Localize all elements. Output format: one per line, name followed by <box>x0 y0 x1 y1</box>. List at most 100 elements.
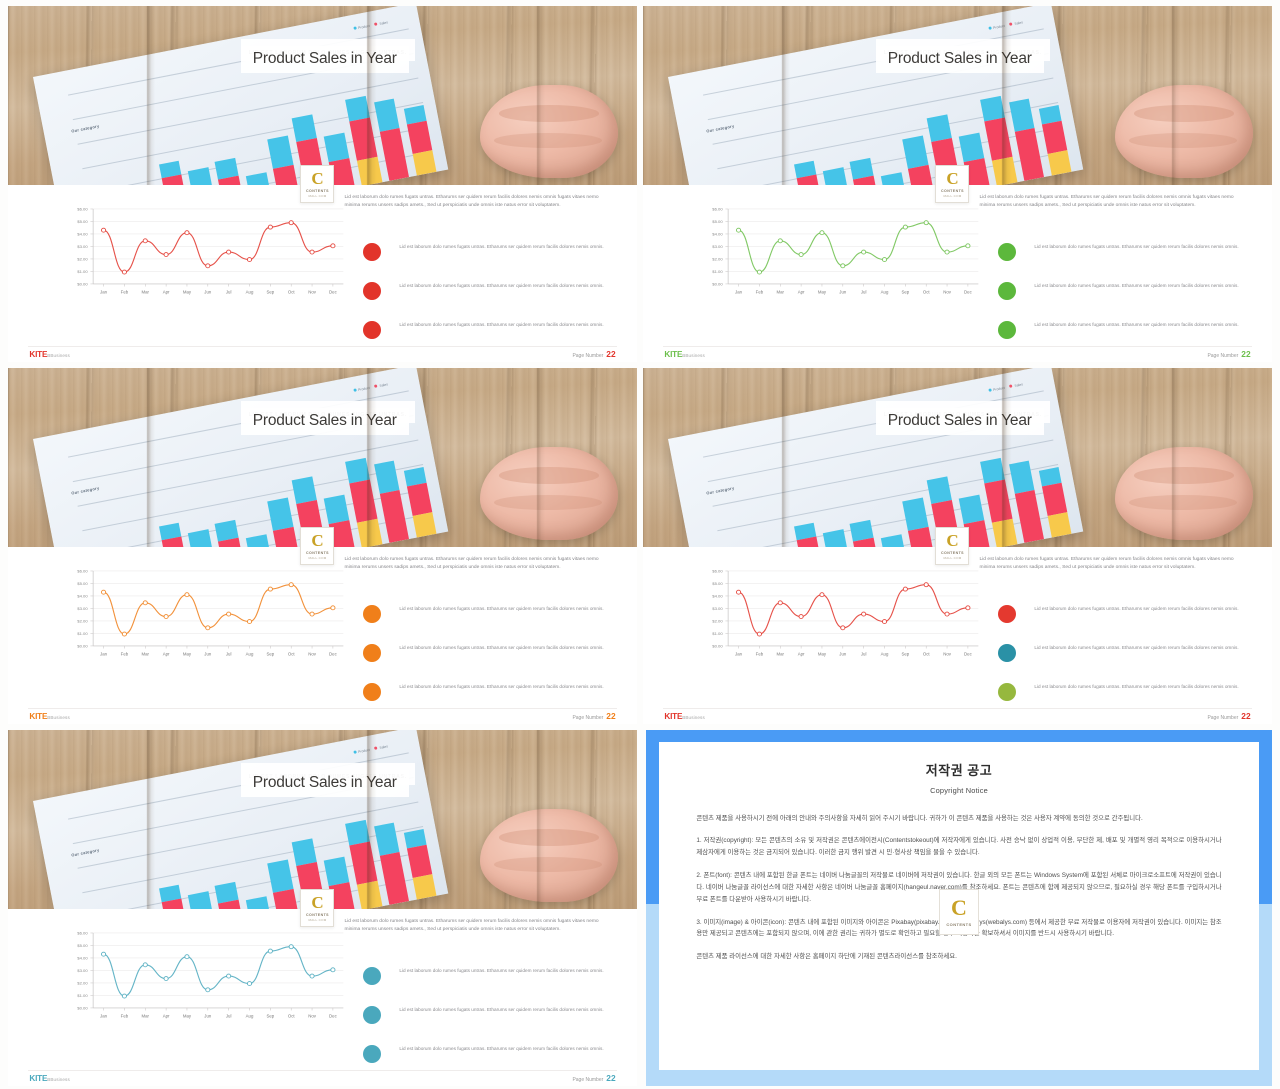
copyright-card: 저작권 공고 Copyright Notice 콘텐츠 제품을 사용하시기 전에 아… <box>659 742 1259 1070</box>
bullet-item: Lid est laborum dolo rumes fugats untras… <box>363 605 615 624</box>
slide-content: C CONTENTS MALL.COM $6.00 $5.00 $4.00 $3.00 $2.… <box>643 164 1272 362</box>
svg-text:$2.00: $2.00 <box>77 981 88 986</box>
bullet-text: Lid est laborum dolo rumes fugats untras… <box>399 684 604 690</box>
paper-bar-seg-yellow <box>412 150 437 176</box>
brand-light: BBusiness <box>682 352 705 358</box>
paper-bar <box>246 896 272 909</box>
slide-title: Product Sales in Year <box>252 50 397 68</box>
bullet-list: Lid est laborum dolo rumes fugats untras… <box>998 243 1250 340</box>
svg-text:$6.00: $6.00 <box>712 569 723 574</box>
paper-bar-seg-yellow <box>1047 150 1072 176</box>
logo-name: CONTENTS <box>306 550 329 555</box>
svg-text:Dec: Dec <box>964 290 973 295</box>
copyright-panel[interactable]: 저작권 공고 Copyright Notice 콘텐츠 제품을 사용하시기 전에 아… <box>646 730 1272 1086</box>
paper-bar-seg-blue <box>188 167 213 185</box>
paper-bar-seg-blue <box>267 135 294 170</box>
bullet-item: Lid est laborum dolo rumes fugats untras… <box>998 321 1250 340</box>
paper-bar-seg-yellow <box>356 157 383 185</box>
svg-text:$5.00: $5.00 <box>712 219 723 224</box>
bullet-text: Lid est laborum dolo rumes fugats untras… <box>399 645 604 651</box>
paper-legend: Product Sales <box>988 21 1023 32</box>
copyright-subtitle: Copyright Notice <box>930 785 988 795</box>
hero-photo: Our categoryProductSalesLID EST LABORUM … <box>8 730 637 909</box>
paper-bar <box>246 534 272 547</box>
paper-bar <box>793 522 826 547</box>
svg-text:Jan: Jan <box>100 290 108 295</box>
paper-bar-seg-red <box>1041 120 1068 155</box>
paper-legend-item-0: Product <box>988 386 1005 393</box>
slide-2[interactable]: Our categoryProductSalesLID EST LABORUM … <box>643 6 1272 362</box>
paper-legend-item-0: Product <box>353 386 370 393</box>
svg-text:May: May <box>818 290 827 295</box>
footer-brand: KITE BBusiness <box>664 712 704 721</box>
svg-text:Jan: Jan <box>100 652 108 657</box>
paper-bar-seg-red <box>161 174 191 185</box>
slide-1[interactable]: Our categoryProductSalesLID EST LABORUM … <box>8 6 637 362</box>
paper-bar-seg-yellow <box>412 512 437 538</box>
paper-bar-seg-yellow <box>991 157 1018 185</box>
brand-bold: KITE <box>29 711 48 721</box>
paper-bar-seg-blue <box>188 891 213 909</box>
paper-bar-seg-blue <box>267 859 294 894</box>
page-number: Page Number 22 <box>572 711 615 721</box>
bullet-text: Lid est laborum dolo rumes fugats untras… <box>1034 645 1239 651</box>
bullet-item: Lid est laborum dolo rumes fugats untras… <box>998 683 1250 702</box>
hand-fist <box>479 446 619 540</box>
slide-title: Product Sales in Year <box>887 50 1032 68</box>
bullet-text: Lid est laborum dolo rumes fugats untras… <box>399 968 604 974</box>
slide-4[interactable]: Our categoryProductSalesLID EST LABORUM … <box>643 368 1272 724</box>
svg-text:Mar: Mar <box>776 290 784 295</box>
paper-bar-seg-blue <box>373 460 401 495</box>
paper-bar-seg-red <box>379 852 410 906</box>
bullet-item: Lid est laborum dolo rumes fugats untras… <box>363 321 615 340</box>
photo-paper-chart: Our category Product Sales <box>33 6 449 185</box>
footer-divider <box>28 708 617 710</box>
svg-text:Sep: Sep <box>266 290 274 295</box>
svg-text:$5.00: $5.00 <box>77 581 88 586</box>
slide-title-plate: Product Sales in Year <box>875 46 1044 74</box>
bullet-item: Lid est laborum dolo rumes fugats untras… <box>998 282 1250 301</box>
paper-bar-seg-blue <box>373 822 401 857</box>
bullet-text: Lid est laborum dolo rumes fugats untras… <box>399 1046 604 1052</box>
lead-paragraph: Lid est laborum dolo rumes fugats untras… <box>979 556 1234 570</box>
page-number: Page Number 22 <box>1207 711 1250 721</box>
paper-legend-item-0: Product <box>988 24 1005 31</box>
bullet-list: Lid est laborum dolo rumes fugats untras… <box>363 243 615 340</box>
svg-text:Apr: Apr <box>797 290 804 295</box>
sales-line-chart: $6.00 $5.00 $4.00 $3.00 $2.00 $1.00 $0.00 Jan Fe… <box>46 202 354 307</box>
paper-bar <box>188 891 217 909</box>
paper-bar-seg-yellow <box>412 874 437 900</box>
slide-title: Product Sales in Year <box>252 774 397 792</box>
paper-bar-seg-blue <box>902 497 929 532</box>
copyright-paragraph-4: 콘텐츠 제품 라이선스에 대한 자세한 사항은 홈페이지 하단에 기재된 콘텐츠… <box>696 953 957 961</box>
paper-bar <box>881 172 907 185</box>
brand-bold: KITE <box>29 349 48 359</box>
paper-bar <box>267 135 300 185</box>
slide-content: C CONTENTS MALL.COM $6.00 $5.00 $4.00 $3.00 $2.… <box>8 526 637 724</box>
svg-text:Feb: Feb <box>120 290 128 295</box>
slide-5[interactable]: Our categoryProductSalesLID EST LABORUM … <box>8 730 637 1086</box>
contents-logo-watermark: C CONTENTS MALL.COM <box>300 526 335 565</box>
paper-bar-seg-red <box>406 482 433 517</box>
bullet-text: Lid est laborum dolo rumes fugats untras… <box>1034 606 1239 612</box>
svg-text:$1.00: $1.00 <box>712 631 723 636</box>
footer-divider <box>28 346 617 348</box>
hero-photo: Our categoryProductSalesLID EST LABORUM … <box>643 368 1272 547</box>
svg-text:$3.00: $3.00 <box>77 968 88 973</box>
logo-letter-icon: C <box>946 530 959 550</box>
bullet-dot-2 <box>363 1045 382 1064</box>
svg-text:Jun: Jun <box>839 652 847 657</box>
slide-title-plate: Product Sales in Year <box>240 408 409 436</box>
hand-fist <box>1114 446 1254 540</box>
svg-text:Feb: Feb <box>755 290 763 295</box>
paper-bar-seg-red <box>908 527 935 547</box>
paper-legend-item-0: Product <box>353 24 370 31</box>
contents-logo-watermark: C CONTENTS <box>939 889 979 936</box>
logo-name: CONTENTS <box>306 912 329 917</box>
paper-bar-seg-red <box>273 165 300 185</box>
paper-bar-seg-red <box>796 536 826 547</box>
slide-3[interactable]: Our categoryProductSalesLID EST LABORUM … <box>8 368 637 724</box>
contents-logo-watermark: C CONTENTS MALL.COM <box>935 164 970 203</box>
paper-bar-seg-red <box>349 841 378 885</box>
paper-bar <box>902 497 935 547</box>
